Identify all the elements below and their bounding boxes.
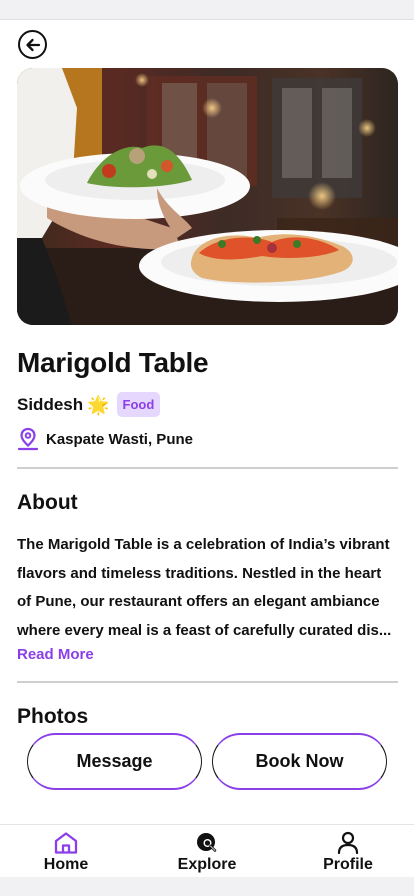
nav-profile[interactable]: Profile [303,831,393,874]
nav-label: Profile [323,856,373,873]
bottom-nav: Home Explore Profile [0,824,414,877]
book-now-button[interactable]: Book Now [212,733,387,790]
back-button[interactable] [18,30,47,59]
status-area [0,0,414,20]
hero-image [17,68,398,325]
nav-home[interactable]: Home [21,831,111,874]
host-row: Siddesh 🌟 Food [17,392,161,417]
photos-title: Photos [17,705,89,728]
sparkle-icon: 🌟 [87,394,110,415]
location-pin-icon [17,427,39,451]
host-name[interactable]: Siddesh [17,395,83,415]
message-button[interactable]: Message [27,733,202,790]
about-title: About [17,491,78,514]
about-line: where every meal is a feast of carefully… [17,621,392,639]
explore-search-icon [197,833,217,852]
screen: Marigold Table Siddesh 🌟 Food Kaspate Wa… [0,0,414,896]
read-more-link[interactable]: Read More [17,646,94,663]
system-bottom-bar [0,877,414,896]
about-description: The Marigold Table is a celebration of I… [17,531,401,645]
nav-explore[interactable]: Explore [162,831,252,874]
divider [17,681,398,683]
location-text: Kaspate Wasti, Pune [46,430,193,448]
about-line: of Pune, our restaurant offers an elegan… [17,593,380,610]
nav-label: Home [43,856,89,873]
divider [17,467,398,469]
restaurant-title: Marigold Table [17,347,209,378]
location-row: Kaspate Wasti, Pune [17,427,193,451]
user-icon [337,831,359,855]
category-tag: Food [116,392,161,417]
about-line: flavors and timeless traditions. Nestled… [17,564,382,582]
arrow-left-circle-icon [25,38,40,51]
about-line: The Marigold Table is a celebration of I… [17,536,390,553]
home-icon [54,832,78,854]
nav-label: Explore [177,856,237,873]
